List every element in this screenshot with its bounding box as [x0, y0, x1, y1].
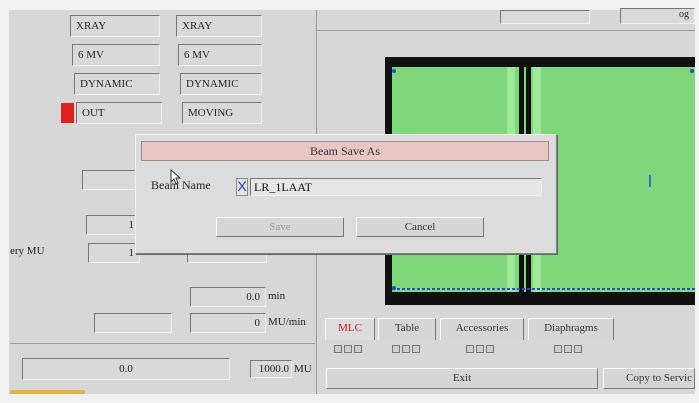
dose-rate-field: 0 [190, 313, 266, 333]
accessories-indicator-3 [486, 345, 494, 353]
top-right-field-2: og [620, 8, 695, 24]
time-unit-label: min [268, 290, 286, 302]
left-lower-field [94, 313, 172, 333]
beam-name-input[interactable]: LR_1LAAT [250, 178, 542, 196]
mu-field-2: 1 [88, 243, 140, 263]
time-field: 0.0 [190, 287, 266, 307]
cancel-button[interactable]: Cancel [356, 217, 484, 237]
accessories-indicator-1 [466, 345, 474, 353]
tab-accessories[interactable]: Accessories [440, 318, 524, 340]
energy-field-2: 6 MV [178, 44, 262, 66]
dose-rate-unit-label: MU/min [268, 316, 306, 328]
diaphragms-indicator-2 [564, 345, 572, 353]
mlc-indicator-3 [354, 345, 362, 353]
technique-field-1: DYNAMIC [74, 73, 160, 95]
beam-save-as-dialog: Beam Save As Beam Name X LR_1LAAT Save C… [135, 134, 557, 254]
mlc-indicator-1 [334, 345, 342, 353]
table-indicator-2 [402, 345, 410, 353]
status-field-1: OUT [76, 102, 162, 124]
corner-marker-bl [392, 286, 396, 290]
status-field-2: MOVING [182, 102, 262, 124]
diaphragms-indicator-3 [574, 345, 582, 353]
mouse-cursor-icon [170, 169, 182, 185]
save-button[interactable]: Save [216, 217, 344, 237]
accessories-indicator-2 [476, 345, 484, 353]
tab-table[interactable]: Table [378, 318, 436, 340]
top-right-field-1 [500, 10, 590, 24]
monitor-bezel-top [0, 0, 699, 10]
diaphragms-indicator-1 [554, 345, 562, 353]
application-screen: XRAY XRAY 6 MV 6 MV DYNAMIC DYNAMIC OUT … [0, 0, 699, 403]
delivery-mu-label: ery MU [10, 245, 45, 257]
tab-mlc[interactable]: MLC [325, 318, 375, 340]
bottom-mu-field: 1000.0 [250, 360, 292, 378]
corner-marker-tr [690, 69, 694, 73]
table-indicator-1 [392, 345, 400, 353]
bottom-mu-unit-label: MU [294, 363, 312, 375]
copy-to-service-button[interactable]: Copy to Servic [603, 368, 695, 389]
right-panel-top-line [317, 30, 697, 31]
dialog-title-bar[interactable]: Beam Save As [141, 141, 549, 161]
monitor-bezel-left [0, 0, 9, 403]
table-indicator-3 [412, 345, 420, 353]
mlc-indicator-2 [344, 345, 352, 353]
monitor-bezel-right [695, 0, 699, 403]
status-indicator-red [61, 103, 74, 123]
left-empty-field [82, 170, 142, 190]
energy-field-1: 6 MV [72, 44, 160, 66]
bottom-left-field: 0.0 [22, 358, 230, 380]
mu-field-1: 1 [86, 215, 140, 235]
clear-name-button[interactable]: X [236, 178, 248, 196]
monitor-bezel-bottom [0, 394, 699, 403]
corner-marker-tl [392, 69, 396, 73]
beam-type-field-2: XRAY [176, 15, 262, 37]
left-panel-divider [10, 343, 315, 344]
technique-field-2: DYNAMIC [180, 73, 262, 95]
beam-type-field-1: XRAY [70, 15, 160, 37]
exit-button[interactable]: Exit [326, 368, 598, 389]
tab-diaphragms[interactable]: Diaphragms [528, 318, 614, 340]
